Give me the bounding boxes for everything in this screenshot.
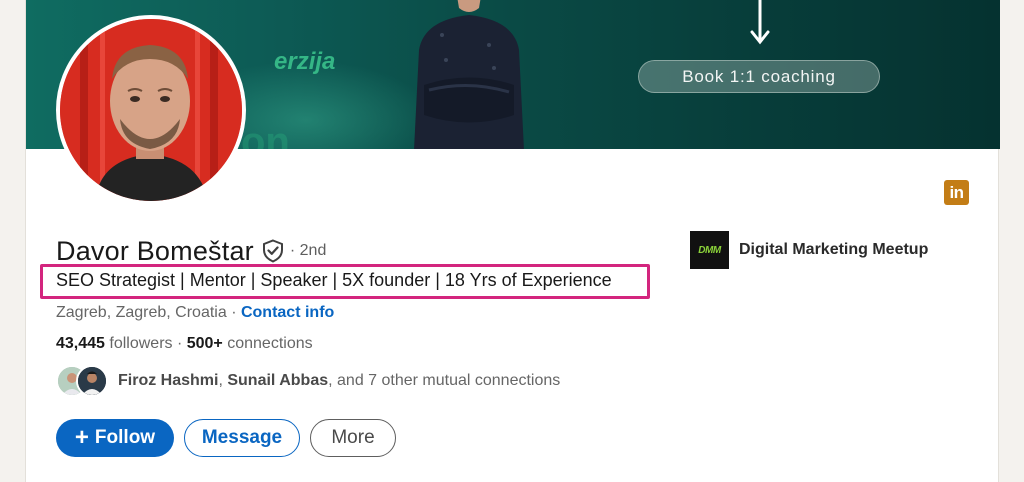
profile-location: Zagreb, Zagreb, Croatia — [56, 304, 227, 321]
banner-person-image — [414, 0, 524, 149]
current-company[interactable]: DMM Digital Marketing Meetup — [690, 231, 928, 269]
mutual-name-2: Sunail Abbas — [227, 372, 329, 389]
mutual-name-1: Firoz Hashmi — [118, 372, 219, 389]
company-logo: DMM — [690, 231, 729, 269]
follow-button[interactable]: + Follow — [56, 419, 174, 457]
profile-avatar[interactable] — [56, 15, 246, 205]
mutual-avatars — [56, 364, 112, 398]
banner-brand-text: erzija — [274, 48, 336, 75]
book-coaching-button[interactable]: Book 1:1 coaching — [638, 60, 880, 93]
contact-info-link[interactable]: Contact info — [241, 304, 334, 321]
more-button[interactable]: More — [310, 419, 396, 457]
linkedin-icon[interactable]: in — [944, 180, 969, 205]
followers-count[interactable]: 43,445 — [56, 335, 105, 352]
connection-degree: · 2nd — [289, 242, 327, 259]
location-row: Zagreb, Zagreb, Croatia · Contact info — [56, 304, 334, 322]
connections-separator: · — [172, 335, 187, 352]
mutual-avatar — [76, 365, 108, 397]
banner-brand-text-2: on — [241, 120, 290, 149]
mutual-rest: , and 7 other mutual connections — [328, 372, 561, 389]
profile-name: Davor Bomeštar — [56, 235, 254, 266]
connections-count[interactable]: 500+ — [187, 335, 223, 352]
follow-label: Follow — [94, 427, 156, 448]
plus-icon: + — [74, 424, 89, 451]
company-logo-text: DMM — [698, 244, 721, 256]
mutual-connections-row[interactable]: Firoz Hashmi, Sunail Abbas, and 7 other … — [56, 364, 560, 398]
profile-card: erzija on Book 1:1 coaching in Davor Bom… — [25, 0, 1000, 482]
company-name: Digital Marketing Meetup — [739, 241, 929, 258]
name-row: Davor Bomeštar · 2nd — [56, 234, 326, 268]
followers-row: 43,445 followers · 500+ connections — [56, 335, 313, 353]
banner-arrow-icon — [750, 0, 770, 45]
connections-label: connections — [222, 335, 313, 352]
mutual-connections-text: Firoz Hashmi, Sunail Abbas, and 7 other … — [118, 372, 560, 390]
message-button[interactable]: Message — [184, 419, 300, 457]
profile-actions: + Follow Message More — [56, 419, 396, 457]
location-separator: · — [226, 304, 241, 321]
profile-headline: SEO Strategist | Mentor | Speaker | 5X f… — [56, 270, 612, 290]
verified-shield-icon[interactable] — [262, 239, 284, 263]
followers-label: followers — [104, 335, 173, 352]
